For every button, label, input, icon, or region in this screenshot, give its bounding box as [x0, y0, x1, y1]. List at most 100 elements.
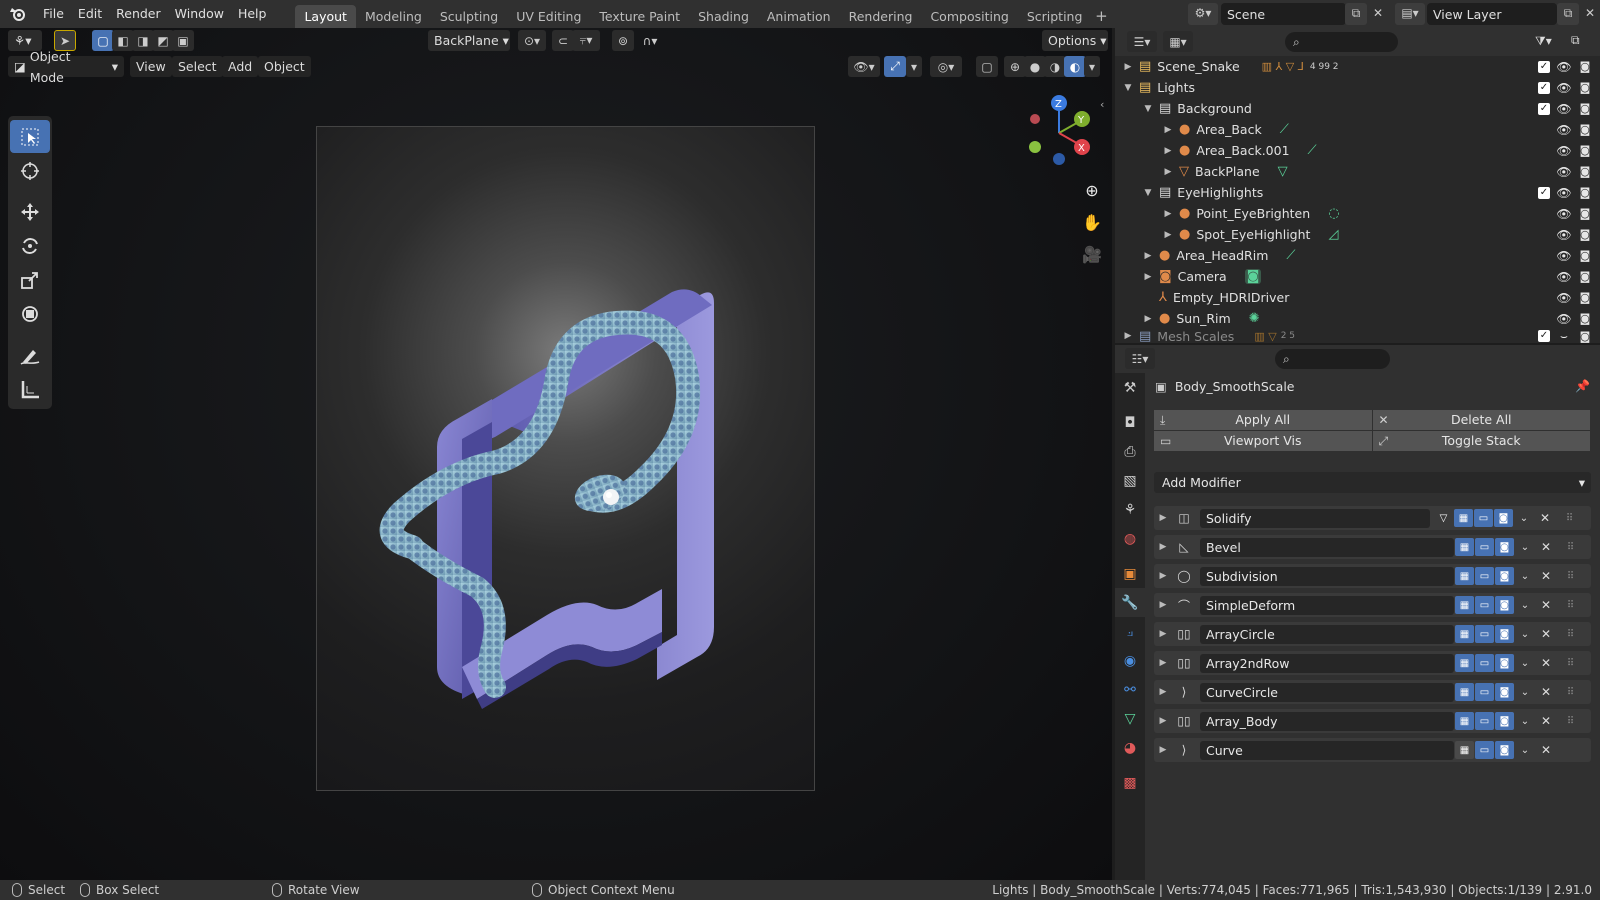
physics-tab-icon[interactable]: ◉ [1115, 646, 1145, 675]
xray-icon[interactable]: ▢ [976, 56, 998, 77]
menu-file[interactable]: File [36, 3, 71, 25]
outliner-row[interactable]: ▶ ▤ Mesh Scales ▥ ▽ 2 5 ✓ ⌣ ◙ [1115, 329, 1600, 343]
spot-light-data-icon[interactable]: ◿ [1328, 227, 1338, 242]
outliner-row[interactable]: ▶ ● Area_Back ⟋ 👁 ◙ [1115, 119, 1600, 140]
expand-arrow-icon[interactable]: ▶ [1158, 745, 1168, 755]
close-icon[interactable]: ✕ [1537, 511, 1553, 525]
scene-tab-icon[interactable]: ⚘ [1115, 495, 1145, 524]
menu-add[interactable]: Add [222, 56, 259, 77]
eye-icon[interactable]: 👁 [1556, 123, 1572, 137]
modifier-name-field[interactable]: ArrayCircle [1200, 624, 1454, 644]
modifier-bevel[interactable]: ▶ ◺ Bevel ▦ ▭ ◙ ⌄ ✕ ⠿ [1154, 535, 1591, 559]
menu-help[interactable]: Help [231, 3, 274, 25]
viewport-toggle-icon[interactable]: ▭ [1475, 683, 1494, 701]
outliner-row[interactable]: ▶ ● Area_HeadRim ⟋ 👁 ◙ [1115, 245, 1600, 266]
add-workspace-button[interactable]: + [1091, 5, 1111, 28]
modifier-tab-icon[interactable]: 🔧 [1115, 588, 1145, 617]
tab-animation[interactable]: Animation [758, 5, 840, 28]
expand-arrow-icon[interactable]: ▶ [1158, 629, 1168, 639]
expand-arrow-icon[interactable]: ▶ [1163, 209, 1173, 219]
render-toggle-icon[interactable]: ◙ [1495, 538, 1514, 556]
menu-object[interactable]: Object [258, 56, 311, 77]
add-modifier-dropdown[interactable]: Add Modifier ▾ [1154, 472, 1591, 493]
modifier-name-field[interactable]: Array_Body [1200, 711, 1454, 731]
editmode-toggle-icon[interactable]: ▦ [1454, 509, 1473, 527]
area-light-data-icon[interactable]: ⟋ [1280, 122, 1289, 137]
expand-arrow-icon[interactable]: ▶ [1143, 272, 1153, 282]
outliner-search-input[interactable]: ⌕ [1285, 32, 1398, 52]
gizmo-toggle-icon[interactable]: ⤢ [884, 56, 906, 77]
eye-icon[interactable]: 👁 [1556, 102, 1572, 116]
eye-icon[interactable]: 👁 [1556, 165, 1572, 179]
proportional-edit-icon[interactable]: ⊚ [612, 30, 634, 51]
render-toggle-icon[interactable]: ◙ [1495, 596, 1514, 614]
particles-tab-icon[interactable]: ⟓ [1115, 617, 1145, 646]
world-tab-icon[interactable]: ◍ [1115, 524, 1145, 553]
render-tab-icon[interactable]: ◘ [1115, 408, 1145, 437]
delete-all-button[interactable]: ✕ Delete All [1372, 410, 1590, 430]
outliner-row[interactable]: ▶ ▤ Scene_Snake ▥ ⅄ ▽ ⅃ 4 99 2 ✓ 👁 ◙ [1115, 56, 1600, 77]
expand-arrow-icon[interactable]: ▶ [1123, 62, 1133, 72]
chevron-down-icon[interactable]: ⌄ [1517, 513, 1531, 524]
modifier-name-field[interactable]: CurveCircle [1200, 682, 1454, 702]
render-camera-icon[interactable]: ◙ [1578, 249, 1592, 262]
editmode-toggle-icon[interactable]: ▦ [1455, 596, 1474, 614]
modifier-name-field[interactable]: Subdivision [1200, 566, 1454, 586]
eye-icon[interactable]: 👁 [1556, 186, 1572, 200]
output-tab-icon[interactable]: ⎙ [1115, 437, 1145, 466]
tab-rendering[interactable]: Rendering [840, 5, 922, 28]
expand-arrow-icon[interactable]: ▶ [1163, 146, 1173, 156]
checkbox[interactable]: ✓ [1538, 330, 1550, 342]
editmode-toggle-icon[interactable]: ▦ [1455, 683, 1474, 701]
overlays-icon[interactable]: ◎▾ [930, 56, 962, 77]
modifier-curve[interactable]: ▶ ⟩ Curve ▦ ▭ ◙ ⌄ ✕ [1154, 738, 1591, 762]
sidebar-toggle-icon[interactable]: ‹ [1100, 98, 1104, 111]
drag-handle-icon[interactable]: ⠿ [1562, 687, 1578, 698]
render-camera-icon[interactable]: ◙ [1578, 81, 1592, 94]
chevron-down-icon[interactable]: ⌄ [1518, 716, 1532, 727]
render-toggle-icon[interactable]: ◙ [1495, 567, 1514, 585]
eye-icon[interactable]: 👁 [1556, 249, 1572, 263]
gizmo-dropdown-icon[interactable]: ▾ [906, 56, 922, 77]
select-box-tool-icon[interactable] [10, 120, 50, 153]
pin-icon[interactable]: 📌 [1575, 379, 1590, 393]
outliner-row[interactable]: ▶ ● Sun_Rim ✺ 👁 ◙ [1115, 308, 1600, 329]
shading-material-icon[interactable]: ◑ [1044, 56, 1066, 77]
drag-handle-icon[interactable]: ⠿ [1561, 513, 1577, 524]
outliner-row[interactable]: ▶ ▽ BackPlane ▽ 👁 ◙ [1115, 161, 1600, 182]
close-icon[interactable]: ✕ [1538, 540, 1554, 554]
outliner-row[interactable]: ▶ ● Area_Back.001 ⟋ 👁 ◙ [1115, 140, 1600, 161]
expand-arrow-icon[interactable]: ▶ [1123, 331, 1133, 341]
outliner-row[interactable]: ▶ ● Point_EyeBrighten ◌ 👁 ◙ [1115, 203, 1600, 224]
view-layer-selector-icon[interactable]: ▤▾ [1395, 3, 1425, 25]
render-toggle-icon[interactable]: ◙ [1495, 683, 1514, 701]
active-object-dropdown[interactable]: BackPlane ▾ [428, 30, 510, 51]
eye-icon[interactable]: 👁 [1556, 207, 1572, 221]
mesh-data-icon[interactable]: ▽ [1278, 164, 1288, 179]
menu-render[interactable]: Render [109, 3, 168, 25]
render-toggle-icon[interactable]: ◙ [1495, 654, 1514, 672]
viewport-vis-button[interactable]: ▭ Viewport Vis [1154, 431, 1372, 451]
snap-target-icon[interactable]: ⫧▾ [572, 30, 600, 51]
eye-icon[interactable]: 👁 [1556, 312, 1572, 326]
scale-tool-icon[interactable] [10, 263, 50, 296]
properties-search-input[interactable]: ⌕ [1275, 349, 1390, 369]
new-collection-icon[interactable]: ⧉ [1571, 33, 1580, 48]
close-icon[interactable]: ✕ [1538, 685, 1554, 699]
apply-all-button[interactable]: ⤓ Apply All [1154, 410, 1372, 430]
tool-tab-icon[interactable]: ⚒ [1115, 373, 1145, 402]
modifier-arraycircle[interactable]: ▶ ▯▯ ArrayCircle ▦ ▭ ◙ ⌄ ✕ ⠿ [1154, 622, 1591, 646]
point-light-data-icon[interactable]: ◌ [1328, 206, 1339, 221]
texture-tab-icon[interactable]: ▩ [1115, 768, 1145, 797]
transform-tool-icon[interactable] [10, 297, 50, 330]
chevron-down-icon[interactable]: ⌄ [1518, 687, 1532, 698]
options-dropdown[interactable]: Options ▾ [1042, 30, 1108, 51]
menu-view[interactable]: View [130, 56, 172, 77]
tab-uv-editing[interactable]: UV Editing [507, 5, 590, 28]
annotate-tool-icon[interactable] [10, 338, 50, 371]
data-tab-icon[interactable]: ▽ [1115, 704, 1145, 733]
eye-icon[interactable]: 👁 [1556, 60, 1572, 74]
render-camera-icon[interactable]: ◙ [1578, 330, 1592, 343]
navigation-gizmo[interactable]: Z Y X [1014, 93, 1104, 173]
render-camera-icon[interactable]: ◙ [1578, 60, 1592, 73]
